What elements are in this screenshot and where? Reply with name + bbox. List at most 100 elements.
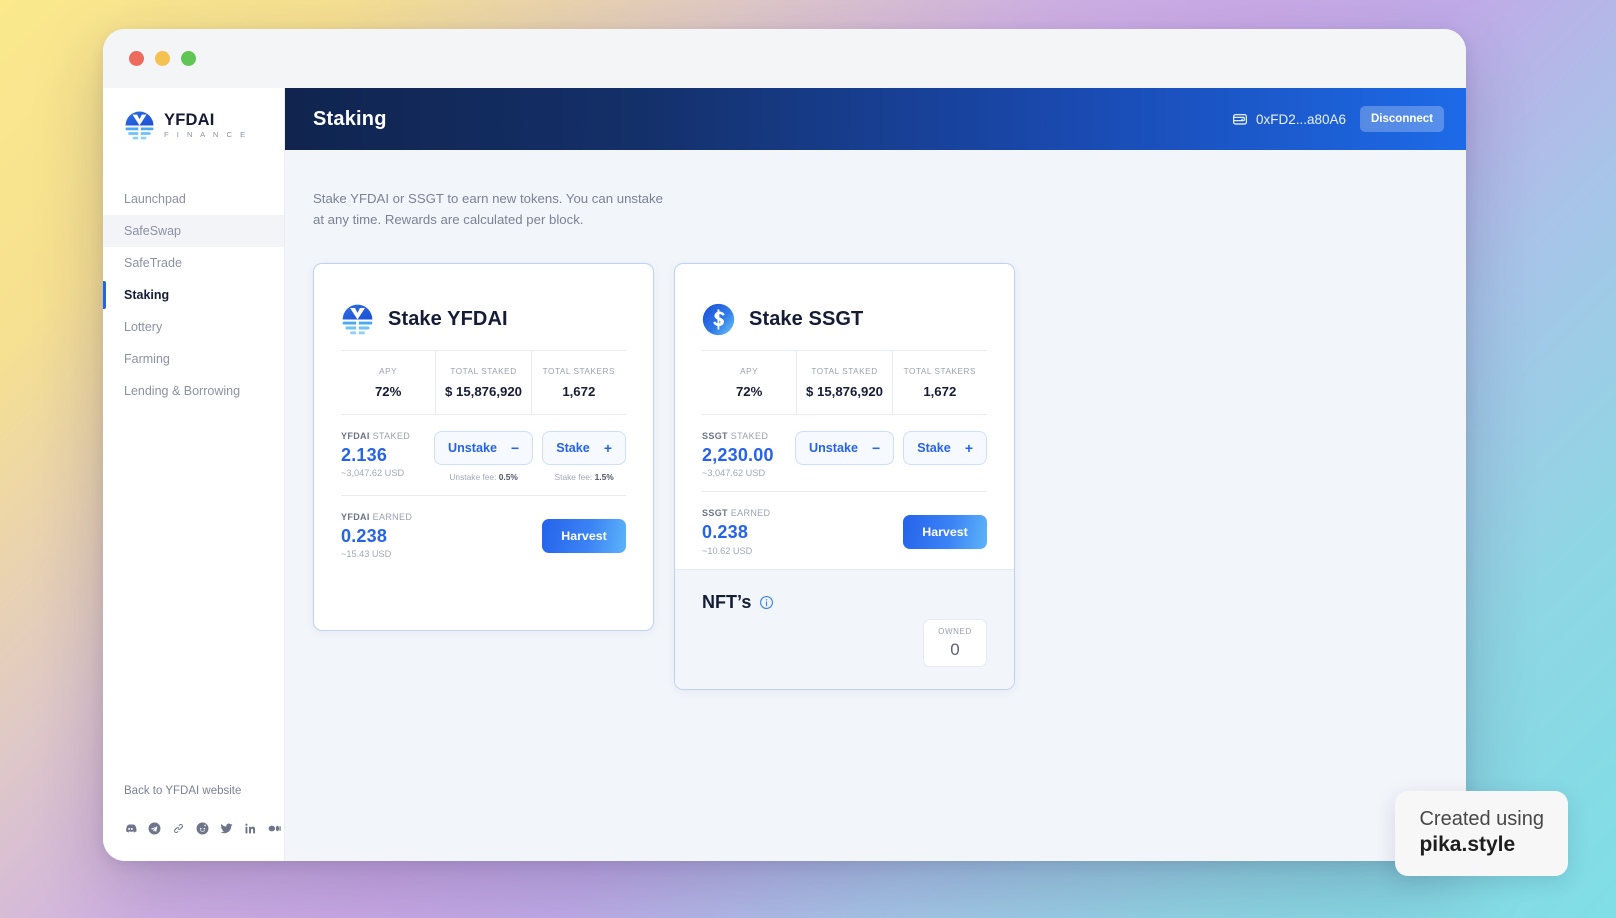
sidebar-item-label: Lending & Borrowing <box>124 384 241 398</box>
ssgt-coin-icon <box>702 303 735 336</box>
wallet-address-chip[interactable]: 0xFD2...a80A6 <box>1232 111 1346 127</box>
stat-label: APY <box>740 366 759 376</box>
staking-cards: Stake YFDAI APY 72% TOTAL STAKED $ 15,87… <box>313 262 1466 691</box>
window-titlebar <box>103 29 1466 88</box>
social-links <box>124 822 284 835</box>
twitter-icon[interactable] <box>220 822 233 835</box>
stat-total-staked: TOTAL STAKED $ 15,876,920 <box>436 350 532 414</box>
main-area: Staking 0xFD2...a80A6 Disconnect Stake Y… <box>285 88 1466 861</box>
stake-button[interactable]: Stake + <box>903 430 987 465</box>
card-stats: APY 72% TOTAL STAKED $ 15,876,920 TOTAL … <box>702 349 987 415</box>
sidebar-nav: Launchpad SafeSwap SafeTrade Staking Lot… <box>103 183 284 407</box>
harvest-button[interactable]: Harvest <box>542 518 626 553</box>
app-window: YFDAI F I N A N C E Launchpad SafeSwap S… <box>103 29 1466 861</box>
reddit-icon[interactable] <box>196 822 209 835</box>
discord-icon[interactable] <box>124 822 137 835</box>
earned-value: 0.238 <box>702 522 749 543</box>
earned-amount-block: YFDAI EARNED 0.238 ~15.43 USD <box>341 512 412 560</box>
logo-subtitle: F I N A N C E <box>164 130 249 140</box>
sidebar-item-label: Farming <box>124 352 170 366</box>
staked-token: YFDAI <box>341 430 370 441</box>
earned-label-suffix: EARNED <box>730 508 771 519</box>
stat-total-stakers: TOTAL STAKERS 1,672 <box>893 351 987 414</box>
page-title: Staking <box>313 107 387 130</box>
card-title: Stake SSGT <box>749 308 864 331</box>
window-close-button[interactable] <box>129 51 144 66</box>
info-icon[interactable] <box>759 595 774 610</box>
topbar-right: 0xFD2...a80A6 Disconnect <box>1232 106 1444 132</box>
unstake-button[interactable]: Unstake − <box>434 430 534 465</box>
stake-controls: Unstake − Unstake fee: 0.5% Stake + Stak… <box>434 430 626 482</box>
stake-button[interactable]: Stake + <box>542 430 626 465</box>
plus-icon: + <box>964 439 973 456</box>
plus-icon: + <box>603 439 612 456</box>
nft-owned-badge: OWNED 0 <box>923 619 987 668</box>
card-stats: APY 72% TOTAL STAKED $ 15,876,920 TOTAL … <box>341 349 626 415</box>
sidebar-logo[interactable]: YFDAI F I N A N C E <box>103 110 284 141</box>
yfdai-coin-icon <box>341 303 374 336</box>
earned-usd: ~15.43 USD <box>341 549 392 560</box>
watermark-line-1: Created using <box>1419 807 1544 830</box>
sidebar-item-label: SafeSwap <box>124 224 181 238</box>
stake-fee-value: 1.5% <box>594 471 614 482</box>
content-area: Stake YFDAI or SSGT to earn new tokens. … <box>285 150 1466 861</box>
sidebar-item-lottery[interactable]: Lottery <box>103 311 284 343</box>
sidebar-footer: Back to YFDAI website <box>103 785 284 861</box>
sidebar-item-safeswap[interactable]: SafeSwap <box>103 215 284 247</box>
stat-value: 72% <box>735 383 763 399</box>
card-header: Stake SSGT <box>675 264 1014 350</box>
link-icon[interactable] <box>172 822 185 835</box>
telegram-icon[interactable] <box>148 822 161 835</box>
card-header: Stake YFDAI <box>314 264 653 350</box>
staking-description: Stake YFDAI or SSGT to earn new tokens. … <box>313 191 663 228</box>
linkedin-icon[interactable] <box>244 822 257 835</box>
owned-value: 0 <box>950 639 960 659</box>
sidebar-item-launchpad[interactable]: Launchpad <box>103 183 284 215</box>
unstake-button-label: Unstake <box>809 440 859 455</box>
earned-label: SSGT EARNED <box>702 508 770 518</box>
staked-amount-block: SSGT STAKED 2,230.00 ~3,047.62 USD <box>702 431 774 479</box>
stake-fee-note: Stake fee: 1.5% <box>555 472 614 482</box>
back-to-website-link[interactable]: Back to YFDAI website <box>124 785 284 797</box>
sidebar-item-farming[interactable]: Farming <box>103 343 284 375</box>
staked-label-suffix: STAKED <box>372 430 411 441</box>
earned-value: 0.238 <box>341 525 388 546</box>
stake-button-label: Stake <box>917 440 951 455</box>
disconnect-button[interactable]: Disconnect <box>1360 106 1444 132</box>
window-minimize-button[interactable] <box>155 51 170 66</box>
window-body: YFDAI F I N A N C E Launchpad SafeSwap S… <box>103 88 1466 861</box>
minus-icon: − <box>511 439 520 456</box>
earned-token: SSGT <box>702 508 728 519</box>
unstake-fee-value: 0.5% <box>498 471 518 482</box>
watermark-line-2: pika.style <box>1419 832 1516 856</box>
staked-token: SSGT <box>702 430 728 441</box>
staked-amount-block: YFDAI STAKED 2.136 ~3,047.62 USD <box>341 431 410 479</box>
sidebar-item-label: Staking <box>124 288 170 302</box>
earned-label: YFDAI EARNED <box>341 512 412 522</box>
unstake-button-label: Unstake <box>448 440 498 455</box>
nft-section: NFT’s OWNED 0 <box>675 569 1014 690</box>
stat-total-stakers: TOTAL STAKERS 1,672 <box>532 351 626 414</box>
staked-row: SSGT STAKED 2,230.00 ~3,047.62 USD Unsta… <box>702 415 987 493</box>
stat-label: TOTAL STAKED <box>811 366 878 376</box>
unstake-button[interactable]: Unstake − <box>795 430 895 465</box>
sidebar-item-lending-borrowing[interactable]: Lending & Borrowing <box>103 375 284 407</box>
stat-label: APY <box>379 366 398 376</box>
sidebar-item-label: SafeTrade <box>124 256 182 270</box>
sidebar-item-label: Launchpad <box>124 192 186 206</box>
sidebar-item-staking[interactable]: Staking <box>103 279 284 311</box>
earned-row: SSGT EARNED 0.238 ~10.62 USD Harvest <box>702 492 987 569</box>
stat-label: TOTAL STAKERS <box>542 366 615 376</box>
card-title: Stake YFDAI <box>388 308 508 331</box>
stake-controls: Unstake − Stake + <box>795 430 987 465</box>
window-zoom-button[interactable] <box>181 51 196 66</box>
minus-icon: − <box>872 439 881 456</box>
harvest-button[interactable]: Harvest <box>903 515 987 550</box>
stat-value: $ 15,876,920 <box>444 383 522 399</box>
medium-icon[interactable] <box>268 822 281 835</box>
staked-usd: ~3,047.62 USD <box>341 468 405 479</box>
nft-header: NFT’s <box>702 592 987 613</box>
sidebar-item-safetrade[interactable]: SafeTrade <box>103 247 284 279</box>
stake-button-label: Stake <box>556 440 590 455</box>
owned-label: OWNED <box>938 626 972 636</box>
